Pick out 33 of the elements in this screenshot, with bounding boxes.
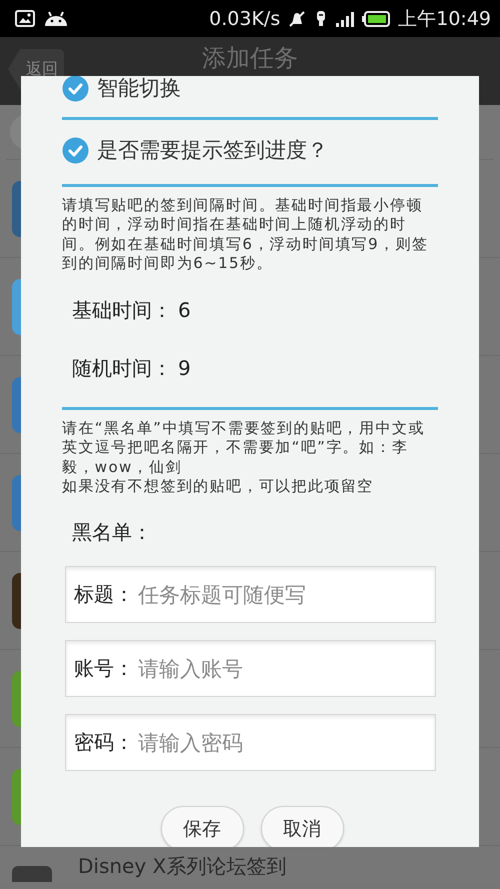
- input-field[interactable]: 密码： 请输入密码: [65, 714, 436, 772]
- app-icon: [12, 866, 52, 882]
- blacklist-label: 黑名单：: [72, 518, 152, 546]
- time-value[interactable]: 6: [178, 298, 191, 322]
- help-text: 请在“黑名单”中填写不需要签到的贴吧，用中文或英文逗号把吧名隔开，不需要加“吧”字。如：李毅，wow，仙剑: [62, 419, 426, 478]
- image-icon: [15, 10, 35, 27]
- input-field[interactable]: 账号： 请输入账号: [65, 640, 436, 698]
- signal-icon: [336, 10, 354, 26]
- checked-checkbox-icon[interactable]: [62, 136, 89, 164]
- field-label: 标题：: [74, 581, 134, 608]
- input-field[interactable]: 标题： 任务标题可随便写: [65, 566, 436, 624]
- cancel-button[interactable]: 取消: [260, 806, 344, 847]
- page-title: 添加任务: [202, 44, 298, 72]
- text-input[interactable]: 任务标题可随便写: [138, 582, 435, 607]
- checked-checkbox-icon[interactable]: [62, 76, 89, 102]
- time-label: 基础时间：: [72, 296, 172, 324]
- help-text: 如果没有不想签到的贴吧，可以把此项留空: [62, 477, 375, 496]
- text-input[interactable]: 请输入密码: [138, 730, 435, 755]
- muted-bell-icon: [288, 10, 306, 28]
- time-value[interactable]: 9: [178, 356, 191, 380]
- option-label: 是否需要提示签到进度？: [97, 137, 328, 164]
- help-text: 请填写贴吧的签到间隔时间。基础时间指最小停顿的时间，浮动时间指在基础时间上随机浮动的时间。例如在基础时间填写6，浮动时间填写9，则签到的间隔时间即为6~15秒。: [62, 196, 430, 274]
- field-label: 账号：: [74, 655, 134, 682]
- list-item-title: Disney X系列论坛签到: [78, 854, 286, 878]
- network-speed: 0.03K/s: [209, 8, 280, 30]
- text-input[interactable]: 请输入账号: [138, 656, 435, 681]
- android-icon: [43, 10, 69, 27]
- option-label: 智能切换: [97, 76, 181, 102]
- battery-icon: [362, 10, 390, 26]
- save-button[interactable]: 保存: [160, 806, 244, 847]
- clock: 上午10:49: [398, 6, 491, 32]
- time-label: 随机时间：: [72, 354, 172, 382]
- field-label: 密码：: [74, 729, 134, 756]
